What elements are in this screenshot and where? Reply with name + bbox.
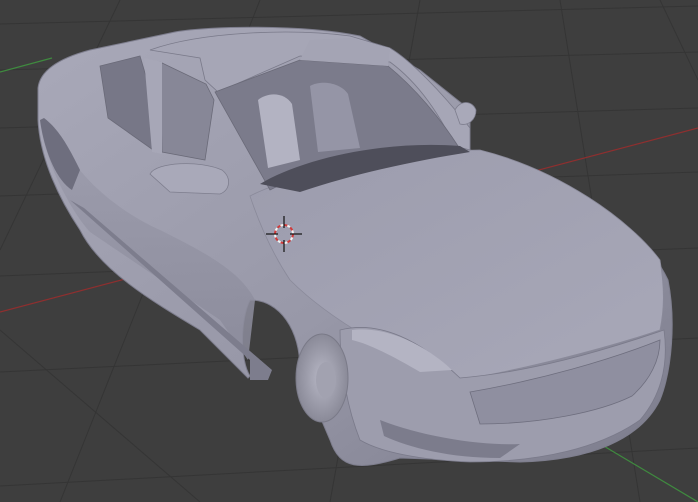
car-front-wheel-hub (316, 362, 336, 398)
viewport-canvas[interactable] (0, 0, 698, 502)
y-axis-line (0, 57, 53, 73)
3d-viewport[interactable] (0, 0, 698, 502)
car-mesh[interactable] (37, 26, 673, 466)
